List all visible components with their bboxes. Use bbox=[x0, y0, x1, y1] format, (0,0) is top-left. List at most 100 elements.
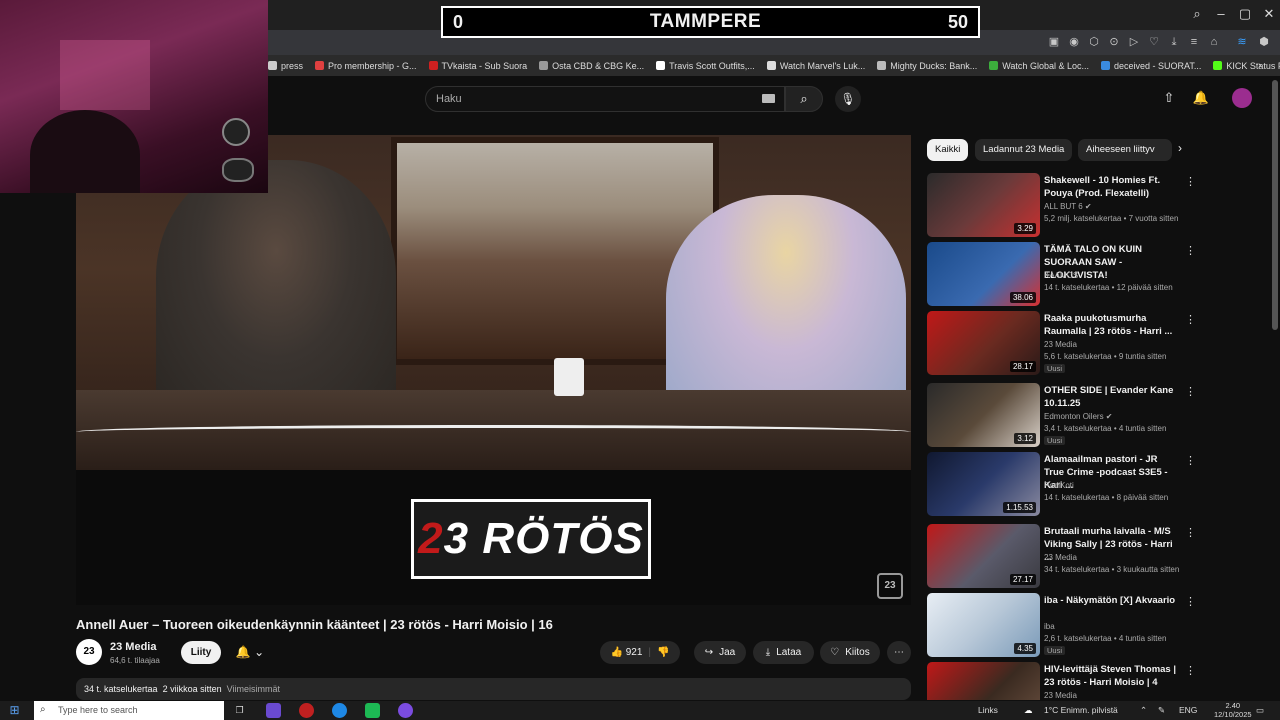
video-title[interactable]: HIV-levittäjä Steven Thomas | 23 rötös -… bbox=[1044, 663, 1179, 689]
bookmark-item[interactable]: Travis Scott Outfits,... bbox=[656, 61, 755, 71]
keyboard-icon[interactable] bbox=[762, 94, 775, 103]
more-options-icon[interactable]: ⋮ bbox=[1185, 526, 1196, 539]
weather-widget[interactable]: 1°C Enimm. pilvistä bbox=[1044, 705, 1118, 715]
more-options-icon[interactable]: ⋮ bbox=[1185, 175, 1196, 188]
channel-name[interactable]: 23 Media bbox=[1044, 553, 1077, 562]
video-thumbnail[interactable]: 1.15.53 bbox=[927, 452, 1040, 516]
video-thumbnail[interactable]: 38.06 bbox=[927, 242, 1040, 306]
brand-extension-icon[interactable]: ≋ bbox=[1234, 34, 1250, 50]
play-icon[interactable]: ▷ bbox=[1126, 34, 1142, 50]
video-thumbnail[interactable]: 3.12 bbox=[927, 383, 1040, 447]
bookmark-item[interactable]: press bbox=[268, 61, 303, 71]
video-thumbnail[interactable]: 4.35 bbox=[927, 593, 1040, 657]
bookmark-item[interactable]: Pro membership - G... bbox=[315, 61, 417, 71]
video-thumbnail[interactable] bbox=[927, 662, 1040, 700]
video-thumbnail[interactable]: 3.29 bbox=[927, 173, 1040, 237]
download-button[interactable]: ⤓ Lataa bbox=[753, 641, 814, 664]
upload-icon[interactable]: ⇧ bbox=[1160, 90, 1178, 108]
notifications-icon[interactable]: 🔔 bbox=[1192, 90, 1210, 108]
clock[interactable]: 2.40 12/10/2025 bbox=[1214, 701, 1252, 719]
translate-icon[interactable]: ⊙ bbox=[1106, 34, 1122, 50]
more-options-icon[interactable]: ⋮ bbox=[1185, 385, 1196, 398]
chip-uploaded-by[interactable]: Ladannut 23 Media bbox=[975, 139, 1073, 161]
recommended-video[interactable]: 3.12 OTHER SIDE | Evander Kane 10.11.25 Ed… bbox=[927, 383, 1207, 447]
camera-icon[interactable]: ◉ bbox=[1066, 34, 1082, 50]
search-button[interactable]: ⌕ bbox=[785, 86, 823, 112]
channel-name[interactable]: KAAMOS bbox=[1044, 271, 1078, 280]
recommended-video[interactable]: 28.17 Raaka puukotusmurha Raumalla | 23 r… bbox=[927, 311, 1207, 375]
bookmark-item[interactable]: Osta CBD & CBG Ke... bbox=[539, 61, 644, 71]
channel-name[interactable]: 23 Media bbox=[1044, 340, 1077, 349]
edge-icon[interactable] bbox=[332, 703, 347, 718]
tray-chevron-icon[interactable]: ⌃ bbox=[1140, 705, 1147, 716]
bookmarks-overflow-icon[interactable]: › bbox=[1258, 60, 1261, 71]
bookmark-item[interactable]: KICK Status Page bbox=[1213, 61, 1280, 71]
video-player[interactable]: 23 RÖTÖS 23 bbox=[76, 135, 911, 605]
chevron-right-icon[interactable]: › bbox=[1173, 141, 1187, 159]
more-options-icon[interactable]: ⋮ bbox=[1185, 664, 1196, 677]
bookmark-item[interactable]: TVkaista - Sub Suora bbox=[428, 61, 527, 71]
channel-avatar[interactable]: 23 bbox=[76, 639, 102, 665]
share-button[interactable]: ↪ Jaa bbox=[694, 641, 746, 664]
bookmark-item[interactable]: deceived - SUORAT... bbox=[1100, 61, 1201, 71]
like-button[interactable]: 👍 921 bbox=[611, 641, 643, 664]
recommended-video[interactable]: 1.15.53 Alamaailman pastori - JR True Cri… bbox=[927, 452, 1207, 516]
links-toolbar[interactable]: Links bbox=[978, 705, 998, 715]
bookmark-item[interactable]: Watch Marvel's Luk... bbox=[766, 61, 865, 71]
channel-watermark[interactable]: 23 bbox=[877, 573, 903, 599]
taskbar-search-input[interactable]: Type here to search bbox=[34, 701, 224, 720]
video-title[interactable]: Raaka puukotusmurha Raumalla | 23 rötös … bbox=[1044, 312, 1179, 338]
search-icon[interactable]: ⌕ bbox=[1186, 6, 1208, 22]
description-box[interactable]: 34 t. katselukertaa 2 viikkoa sitten Vii… bbox=[76, 678, 911, 700]
thanks-button[interactable]: ♡ Kiitos bbox=[820, 641, 880, 664]
notification-center-icon[interactable]: ▭ bbox=[1256, 705, 1264, 716]
more-options-icon[interactable]: ⋮ bbox=[1185, 454, 1196, 467]
scrollbar[interactable] bbox=[1272, 80, 1278, 330]
windows-start-icon[interactable]: ⊞ bbox=[8, 704, 21, 717]
more-options-icon[interactable]: ⋮ bbox=[1185, 313, 1196, 326]
recommended-video[interactable]: 3.29 Shakewell - 10 Homies Ft. Pouya (Pro… bbox=[927, 173, 1207, 237]
notification-bell-button[interactable]: 🔔 ⌄ bbox=[228, 641, 272, 664]
recommended-video[interactable]: 38.06 TÄMÄ TALO ON KUIN SUORAAN SAW -ELOK… bbox=[927, 242, 1207, 306]
shield-icon[interactable]: ⬡ bbox=[1086, 34, 1102, 50]
close-icon[interactable]: ✕ bbox=[1258, 6, 1280, 22]
channel-name[interactable]: ALL BUT 6 ✔ bbox=[1044, 202, 1092, 211]
lock-icon[interactable]: ⌂ bbox=[1206, 34, 1222, 50]
video-title[interactable]: iba - Näkymätön [X] Akvaario bbox=[1044, 594, 1179, 607]
mic-icon[interactable]: 🎙 bbox=[835, 86, 861, 112]
search-input[interactable]: Haku bbox=[425, 86, 785, 112]
chip-related[interactable]: Aiheeseen liittyv bbox=[1078, 139, 1172, 161]
video-title[interactable]: Shakewell - 10 Homies Ft. Pouya (Prod. F… bbox=[1044, 174, 1179, 200]
channel-name[interactable]: 23 Media bbox=[110, 641, 156, 653]
browser-icon[interactable] bbox=[299, 703, 314, 718]
menu-icon[interactable]: ≡ bbox=[1186, 34, 1202, 50]
maximize-icon[interactable]: ▢ bbox=[1234, 6, 1256, 22]
join-button[interactable]: Liity bbox=[181, 641, 221, 664]
channel-name[interactable]: 23 Media bbox=[1044, 691, 1077, 700]
recommended-video[interactable]: 27.17 Brutaali murha laivalla - M/S Vikin… bbox=[927, 524, 1207, 588]
task-view-icon[interactable]: ❐ bbox=[232, 703, 247, 718]
avatar[interactable] bbox=[1232, 88, 1252, 108]
minimize-icon[interactable]: – bbox=[1210, 6, 1232, 22]
bookmark-item[interactable]: Mighty Ducks: Bank... bbox=[877, 61, 977, 71]
video-thumbnail[interactable]: 27.17 bbox=[927, 524, 1040, 588]
download-icon[interactable]: ⤓ bbox=[1166, 34, 1182, 50]
video-title[interactable]: OTHER SIDE | Evander Kane 10.11.25 bbox=[1044, 384, 1179, 410]
heart-icon[interactable]: ♡ bbox=[1146, 34, 1162, 50]
network-icon[interactable]: ✎ bbox=[1158, 705, 1165, 716]
channel-name[interactable]: Edmonton Oilers ✔ bbox=[1044, 412, 1113, 421]
discord-icon[interactable] bbox=[398, 703, 413, 718]
more-options-icon[interactable]: ⋮ bbox=[1185, 244, 1196, 257]
dislike-button[interactable]: 👎 bbox=[657, 641, 669, 664]
channel-name[interactable]: PodiKoti bbox=[1044, 481, 1074, 490]
recommended-video[interactable]: 4.35 iba - Näkymätön [X] Akvaario iba 2,6 t… bbox=[927, 593, 1207, 657]
more-options-icon[interactable]: ⋮ bbox=[1185, 595, 1196, 608]
recommended-video[interactable]: HIV-levittäjä Steven Thomas | 23 rötös -… bbox=[927, 662, 1207, 700]
app-icon-1[interactable] bbox=[266, 703, 281, 718]
more-actions-button[interactable]: ⋯ bbox=[887, 641, 911, 664]
channel-name[interactable]: iba bbox=[1044, 622, 1055, 631]
language-indicator[interactable]: ENG bbox=[1179, 705, 1197, 715]
chip-all[interactable]: Kaikki bbox=[927, 139, 969, 161]
extension-icon[interactable]: ▣ bbox=[1046, 34, 1062, 50]
app-icon-2[interactable] bbox=[365, 703, 380, 718]
